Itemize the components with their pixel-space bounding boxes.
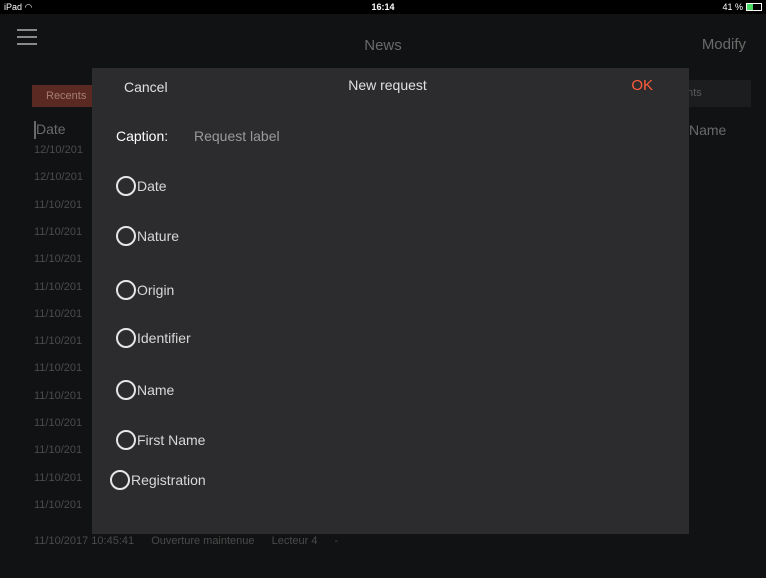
option-label: Origin: [137, 282, 175, 298]
row-event: Ouverture maintenue: [151, 535, 255, 547]
option-registration[interactable]: Registration: [110, 470, 206, 490]
radio-icon[interactable]: [116, 176, 136, 196]
option-date[interactable]: Date: [116, 176, 167, 196]
modal-title-text: New request: [348, 77, 427, 93]
table-row[interactable]: 11/10/201: [34, 362, 82, 374]
ok-button[interactable]: OK: [631, 77, 653, 94]
table-row[interactable]: 11/10/201: [34, 281, 82, 293]
radio-icon[interactable]: [116, 328, 136, 348]
option-first-name[interactable]: First Name: [116, 430, 205, 450]
option-name[interactable]: Name: [116, 380, 174, 400]
table-row[interactable]: 11/10/201: [34, 417, 82, 429]
radio-icon[interactable]: [110, 470, 130, 490]
radio-icon[interactable]: [116, 380, 136, 400]
modal-title: New request: [92, 77, 689, 93]
radio-icon[interactable]: [116, 430, 136, 450]
table-row[interactable]: 11/10/201: [34, 444, 82, 456]
status-bar: iPad ◠ 16:14 41 %: [0, 0, 766, 14]
status-time: 16:14: [371, 2, 395, 12]
radio-icon[interactable]: [116, 226, 136, 246]
row-reader: Lecteur 4: [271, 535, 318, 547]
table-row[interactable]: 11/10/201: [34, 226, 82, 238]
table-row[interactable]: 12/10/201: [34, 171, 83, 183]
option-label: Date: [137, 178, 167, 194]
table-row[interactable]: 11/10/201: [34, 390, 82, 402]
table-row[interactable]: 11/10/201: [34, 308, 82, 320]
option-label: Nature: [137, 228, 180, 244]
modify-button[interactable]: Modify: [702, 36, 746, 53]
option-label: Name: [137, 382, 175, 398]
caption-input[interactable]: [194, 126, 394, 146]
radio-icon[interactable]: [116, 280, 136, 300]
column-header-name[interactable]: Name: [689, 122, 726, 138]
caption-label: Caption:: [116, 128, 169, 144]
row-datetime: 11/10/2017 10:45:41: [34, 535, 135, 547]
status-battery: 41 %: [722, 2, 762, 12]
table-row[interactable]: 11/10/2017 10:45:41 Ouverture maintenue …: [34, 535, 352, 547]
option-label: Identifier: [137, 330, 191, 346]
row-name: -: [334, 535, 339, 547]
table-row[interactable]: 11/10/201: [34, 499, 82, 511]
column-header-date[interactable]: Date: [36, 121, 66, 137]
new-request-modal: Cancel New request OK Caption: DateNatur…: [92, 68, 689, 534]
battery-icon: [746, 3, 762, 11]
battery-fill: [747, 4, 753, 10]
table-row[interactable]: 11/10/201: [34, 199, 82, 211]
option-label: Registration: [131, 472, 206, 488]
table-row[interactable]: 11/10/201: [34, 335, 82, 347]
table-row[interactable]: 11/10/201: [34, 472, 82, 484]
option-identifier[interactable]: Identifier: [116, 328, 191, 348]
table-row[interactable]: 11/10/201: [34, 253, 82, 265]
table-row[interactable]: 12/10/201: [34, 144, 83, 156]
page-title: News: [364, 37, 402, 54]
tab-events[interactable]: nts: [680, 80, 751, 107]
option-origin[interactable]: Origin: [116, 280, 174, 300]
option-nature[interactable]: Nature: [116, 226, 179, 246]
battery-percent: 41 %: [722, 2, 743, 12]
option-label: First Name: [137, 432, 206, 448]
